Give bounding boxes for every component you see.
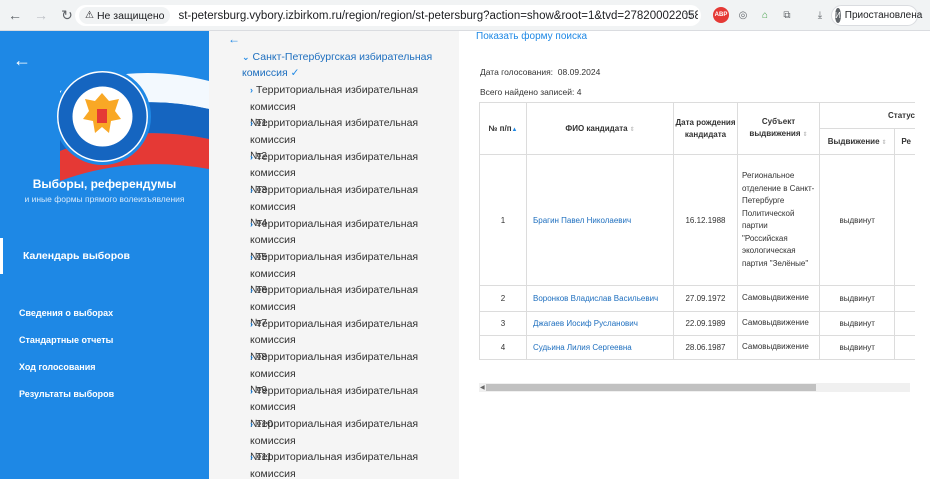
commission-tree: ← ⌄ Санкт-Петербургская избирательная ком… — [209, 31, 459, 479]
col-header-num[interactable]: № п/п▲ — [479, 102, 527, 155]
cell-birth: 16.12.1988 — [673, 154, 738, 286]
cell-registration — [894, 285, 915, 312]
chevron-right-icon: › — [250, 151, 253, 162]
tree-root-item[interactable]: ⌄ Санкт-Петербургская избирательная комис… — [242, 49, 452, 81]
table-row: 1 Брагин Павел Николаевич 16.12.1988 Регион… — [479, 154, 915, 286]
vote-date: Дата голосования: 08.09.2024 — [480, 67, 601, 77]
scroll-left-icon[interactable]: ◀ — [480, 384, 485, 391]
adblock-icon[interactable]: ABP — [713, 7, 729, 23]
table-row: 4 Судьина Лилия Сергеевна 28.06.1987 Самовы… — [479, 335, 915, 360]
back-arrow-icon[interactable]: ← — [13, 50, 31, 71]
chevron-right-icon: › — [250, 118, 253, 129]
insecure-badge[interactable]: ⚠ Не защищено — [79, 7, 171, 24]
candidates-table: № п/п▲ ФИО кандидата ⇕ Дата рождения канд… — [479, 102, 915, 360]
profile-status: Приостановлена — [844, 10, 923, 21]
check-icon: ✓ — [290, 67, 300, 79]
cell-nomination: выдвинут — [818, 154, 896, 286]
records-found: Всего найдено записей: 4 — [480, 87, 582, 97]
url-text: st-petersburg.vybory.izbirkom.ru/region/… — [178, 9, 699, 22]
menu-item-calendar[interactable]: Календарь выборов — [0, 238, 209, 274]
cell-num: 4 — [479, 335, 527, 360]
cell-nomination: выдвинут — [818, 335, 896, 360]
warning-icon: ⚠ — [85, 10, 94, 21]
address-bar[interactable]: ⚠ Не защищено st-petersburg.vybory.izbirk… — [75, 5, 701, 26]
cell-nomination: выдвинут — [818, 311, 896, 336]
cell-registration — [894, 335, 915, 360]
download-icon[interactable]: ⤓ — [812, 7, 828, 23]
site-title: Выборы, референдумы — [32, 177, 177, 191]
chevron-right-icon: › — [250, 352, 253, 363]
chevron-right-icon: › — [250, 419, 253, 429]
cell-registration — [894, 311, 915, 336]
chevron-right-icon: › — [250, 452, 253, 463]
cell-num: 3 — [479, 311, 527, 336]
cell-birth: 22.09.1989 — [673, 311, 738, 336]
extension-home-icon[interactable]: ⌂ — [757, 7, 773, 23]
candidate-name-link[interactable]: Брагин Павел Николаевич — [526, 154, 674, 286]
chevron-right-icon: › — [250, 185, 253, 196]
site-subtitle: и иные формы прямого волеизъявления — [24, 194, 185, 204]
col-header-subject[interactable]: Субъект выдвижения ⇕ — [737, 102, 820, 155]
col-header-nomination[interactable]: Выдвижение ⇕ — [818, 128, 896, 155]
candidate-name-link[interactable]: Воронков Владислав Васильевич — [526, 285, 674, 312]
cell-birth: 27.09.1972 — [673, 285, 738, 312]
cell-num: 2 — [479, 285, 527, 312]
show-search-form-link[interactable]: Показать форму поиска — [476, 31, 587, 42]
cell-nomination: выдвинут — [818, 285, 896, 312]
chevron-right-icon: › — [250, 252, 253, 262]
chevron-down-icon: ⌄ — [242, 52, 250, 62]
cell-subject: Региональное отделение в Санкт-Петербург… — [737, 154, 820, 286]
col-header-birth[interactable]: Дата рождения кандидата — [673, 102, 738, 155]
chevron-right-icon: › — [250, 285, 253, 296]
cell-registration — [894, 154, 915, 286]
chevron-right-icon: › — [250, 318, 253, 329]
back-icon[interactable]: ← — [4, 4, 26, 26]
tree-back-icon[interactable]: ← — [228, 32, 240, 46]
sidebar: ← Выборы, референдумы и иные формы прямо… — [0, 31, 209, 479]
tree-item-tik[interactable]: ›Территориальная избирательная комиссия№… — [250, 449, 459, 479]
menu-item-results[interactable]: Результаты выборов — [19, 389, 114, 399]
table-row: 2 Воронков Владислав Васильевич 27.09.1972… — [479, 285, 915, 312]
chevron-right-icon: › — [250, 85, 253, 95]
cik-emblem — [54, 68, 151, 165]
globe-icon[interactable]: ◎ — [735, 7, 751, 23]
col-header-status: Статус — [818, 102, 915, 129]
scrollbar-thumb[interactable] — [486, 384, 816, 391]
chevron-right-icon: › — [250, 385, 253, 396]
main-content: Показать форму поиска Дата голосования: … — [459, 31, 930, 479]
forward-icon[interactable]: → — [30, 4, 52, 26]
chevron-right-icon: › — [250, 218, 253, 229]
cell-subject: Самовыдвижение — [737, 285, 820, 312]
cell-num: 1 — [479, 154, 527, 286]
menu-item-standard-reports[interactable]: Стандартные отчеты — [19, 335, 113, 345]
menu-item-election-info[interactable]: Сведения о выборах — [19, 308, 113, 318]
col-header-registration: Ре — [894, 128, 915, 155]
profile-button[interactable]: И Приостановлена — [831, 5, 922, 26]
horizontal-scrollbar[interactable]: ◀ — [479, 383, 910, 392]
col-header-name[interactable]: ФИО кандидата ⇕ — [526, 102, 674, 155]
candidate-name-link[interactable]: Джагаев Иосиф Русланович — [526, 311, 674, 336]
cell-birth: 28.06.1987 — [673, 335, 738, 360]
bookmark-star-icon[interactable]: ☆ — [683, 7, 695, 23]
cell-subject: Самовыдвижение — [737, 311, 820, 336]
candidate-name-link[interactable]: Судьина Лилия Сергеевна — [526, 335, 674, 360]
cell-subject: Самовыдвижение — [737, 335, 820, 360]
table-row: 3 Джагаев Иосиф Русланович 22.09.1989 Самов… — [479, 311, 915, 336]
menu-item-voting-progress[interactable]: Ход голосования — [19, 362, 96, 372]
extensions-puzzle-icon[interactable]: ⧉ — [779, 7, 795, 23]
avatar: И — [835, 8, 841, 23]
